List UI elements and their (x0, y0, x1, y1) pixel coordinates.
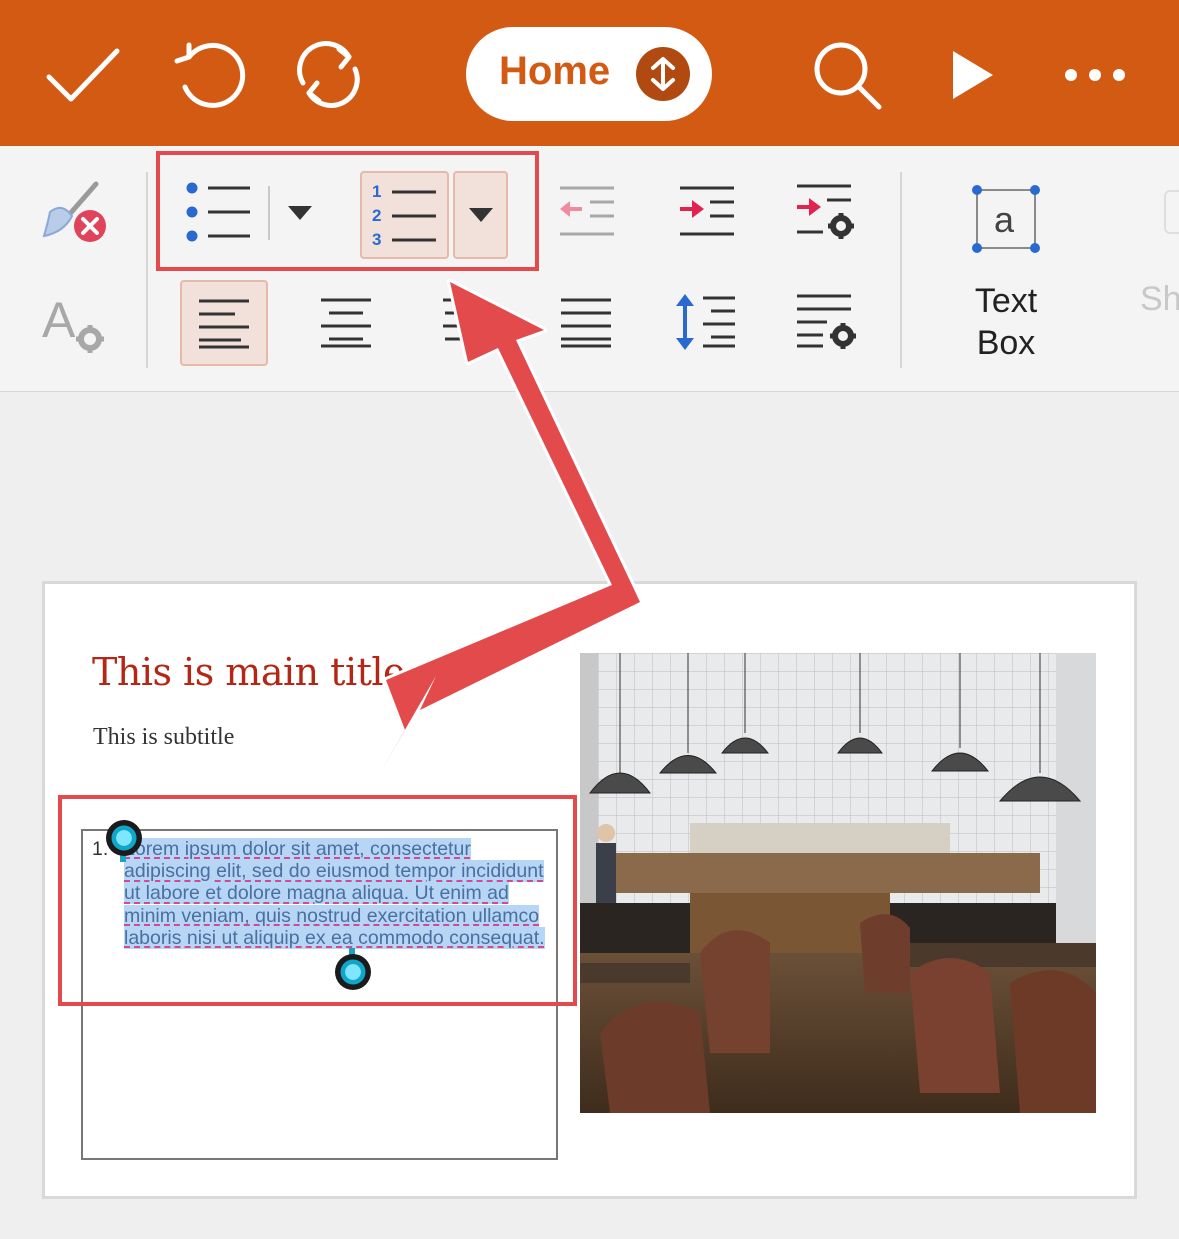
up-down-toggle-icon (636, 47, 690, 101)
restaurant-photo[interactable] (580, 653, 1096, 1113)
text-styles-icon: A (42, 292, 104, 353)
numbering-dropdown-button[interactable] (453, 171, 508, 259)
text-box-icon: a (972, 185, 1040, 253)
increase-indent-icon (680, 186, 734, 236)
split-divider (268, 186, 270, 240)
undo-icon (174, 42, 246, 108)
search-button[interactable] (802, 30, 892, 120)
redo-button[interactable] (284, 30, 374, 120)
redo-icon (297, 41, 360, 108)
indent-options-button[interactable] (786, 176, 866, 248)
app-toolbar: Home (0, 0, 1179, 146)
ribbon-divider (900, 172, 902, 368)
svg-text:A: A (42, 292, 76, 348)
shapes-icon-cutoff (1164, 190, 1179, 234)
selection-end-handle[interactable] (335, 954, 371, 990)
bullet-list-icon (186, 182, 250, 242)
text-box-icon-letter: a (994, 199, 1015, 240)
selection-start-handle[interactable] (106, 820, 142, 856)
decrease-indent-button[interactable] (548, 176, 624, 248)
play-icon (953, 51, 993, 99)
search-icon (814, 42, 882, 110)
align-right-icon (443, 298, 471, 341)
slide-subtitle[interactable]: This is subtitle (93, 724, 234, 751)
align-left-icon (199, 299, 249, 349)
bullets-dropdown-button[interactable] (278, 186, 322, 240)
bullets-button[interactable] (176, 172, 266, 252)
decrease-indent-icon (560, 186, 614, 236)
justify-button[interactable] (546, 282, 626, 362)
align-left-button[interactable] (180, 280, 268, 366)
text-styles-button[interactable]: A (34, 288, 114, 358)
chevron-down-icon (288, 206, 312, 220)
line-spacing-button[interactable] (664, 282, 744, 362)
chevron-down-icon (468, 208, 493, 222)
align-center-icon (321, 298, 371, 348)
checkmark-icon (46, 48, 120, 102)
clear-formatting-button[interactable] (30, 176, 114, 250)
done-button[interactable] (38, 30, 128, 120)
indent-options-icon (797, 184, 854, 239)
paragraph-options-button[interactable] (784, 282, 868, 362)
increase-indent-button[interactable] (668, 176, 744, 248)
justify-icon (561, 298, 611, 348)
more-icon (1065, 69, 1125, 81)
ribbon-tab-label: Home (499, 49, 611, 93)
numbering-button[interactable]: 1 2 3 (360, 171, 449, 259)
text-box-label: Text Box (974, 282, 1038, 362)
numbered-list-icon: 1 2 3 (372, 183, 436, 247)
clear-formatting-icon (42, 181, 106, 242)
numbering-digit-3: 3 (372, 230, 381, 247)
numbering-digit-1: 1 (372, 183, 381, 201)
selected-body-text[interactable]: Lorem ipsum dolor sit amet, consectetur … (124, 838, 554, 949)
text-selection: Lorem ipsum dolor sit amet, consectetur … (124, 838, 545, 949)
ribbon-divider (146, 172, 148, 368)
align-right-button[interactable] (426, 282, 476, 362)
slide-title[interactable]: This is main title (92, 650, 406, 694)
present-button[interactable] (928, 30, 1018, 120)
line-spacing-icon (676, 294, 735, 350)
powerpoint-editor: Home A 1 2 3 a Text Box Sh This is main … (0, 0, 1179, 1239)
shapes-label-cutoff: Sh (1140, 280, 1179, 318)
align-center-button[interactable] (306, 282, 386, 362)
more-options-button[interactable] (1050, 30, 1140, 120)
paragraph-options-icon (797, 294, 856, 349)
undo-button[interactable] (162, 30, 252, 120)
ribbon-tab-selector[interactable]: Home (466, 27, 712, 121)
numbering-digit-2: 2 (372, 206, 381, 225)
